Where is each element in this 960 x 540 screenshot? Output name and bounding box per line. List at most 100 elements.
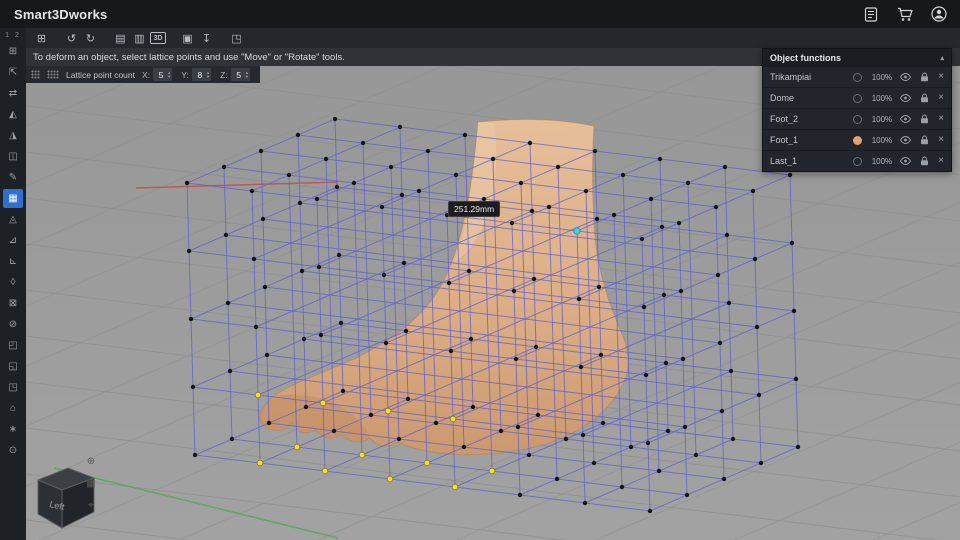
remove-object-icon[interactable]: ×	[938, 135, 944, 145]
lattice-point[interactable]	[324, 157, 328, 161]
lattice-point[interactable]	[714, 205, 718, 209]
lattice-point[interactable]	[612, 213, 616, 217]
visibility-eye-icon[interactable]	[900, 93, 911, 104]
corner-tool-1-icon[interactable]: ◰	[3, 336, 23, 355]
lattice-count-input[interactable]: 5▴▾	[153, 68, 172, 81]
lattice-point[interactable]	[644, 373, 648, 377]
lattice-point[interactable]	[579, 365, 583, 369]
lattice-point[interactable]	[510, 221, 514, 225]
lattice-point[interactable]	[584, 189, 588, 193]
lattice-point[interactable]	[649, 197, 653, 201]
lattice-point[interactable]	[230, 437, 234, 441]
lattice-point[interactable]	[528, 141, 532, 145]
lattice-point[interactable]	[224, 233, 228, 237]
lattice-point[interactable]	[341, 389, 345, 393]
import-icon[interactable]: ⊞	[33, 30, 50, 46]
lattice-point[interactable]	[257, 460, 263, 466]
mirror-tool-icon[interactable]: ◫	[3, 147, 23, 166]
lattice-point[interactable]	[759, 461, 763, 465]
brush-tool-icon[interactable]: ✎	[3, 168, 23, 187]
lattice-point[interactable]	[664, 361, 668, 365]
lattice-point[interactable]	[398, 125, 402, 129]
visibility-eye-icon[interactable]	[900, 72, 911, 83]
object-color-swatch[interactable]	[853, 73, 862, 82]
user-icon[interactable]	[930, 5, 948, 23]
visibility-eye-icon[interactable]	[900, 135, 911, 146]
lattice-point[interactable]	[755, 325, 759, 329]
lattice-point[interactable]	[751, 189, 755, 193]
lattice-point[interactable]	[753, 257, 757, 261]
lattice-point[interactable]	[595, 217, 599, 221]
lattice-point[interactable]	[547, 205, 551, 209]
lattice-point[interactable]	[193, 453, 197, 457]
rotate-tool-icon[interactable]: ◭	[3, 105, 23, 124]
lattice-point[interactable]	[384, 341, 388, 345]
object-name[interactable]: Foot_2	[770, 114, 834, 124]
lattice-point[interactable]	[447, 281, 451, 285]
object-row[interactable]: Trikampiai100%×	[763, 66, 951, 87]
pattern-tool-icon[interactable]: ∗	[3, 420, 23, 439]
axes-toggle-icon[interactable]: ⊕	[84, 454, 98, 468]
lattice-point[interactable]	[666, 429, 670, 433]
lattice-point[interactable]	[536, 413, 540, 417]
lattice-point[interactable]	[317, 265, 321, 269]
lattice-point[interactable]	[191, 385, 195, 389]
lattice-point[interactable]	[648, 509, 652, 513]
compare-icon[interactable]: ▥	[131, 30, 148, 46]
lattice-point[interactable]	[583, 501, 587, 505]
lattice-point[interactable]	[250, 189, 254, 193]
lattice-point[interactable]	[352, 181, 356, 185]
lattice-point[interactable]	[729, 369, 733, 373]
lattice-point[interactable]	[469, 337, 473, 341]
lattice-point[interactable]	[518, 493, 522, 497]
lattice-point[interactable]	[259, 149, 263, 153]
lattice-point[interactable]	[592, 461, 596, 465]
lattice-point[interactable]	[727, 301, 731, 305]
object-row[interactable]: Dome100%×	[763, 87, 951, 108]
lattice-point[interactable]	[222, 165, 226, 169]
lattice-point[interactable]	[467, 269, 471, 273]
lattice-point[interactable]	[725, 233, 729, 237]
lattice-point[interactable]	[794, 377, 798, 381]
object-color-swatch[interactable]	[853, 157, 862, 166]
lattice-point[interactable]	[527, 453, 531, 457]
lattice-point[interactable]	[686, 181, 690, 185]
lattice-point[interactable]	[788, 173, 792, 177]
lattice-point[interactable]	[642, 305, 646, 309]
remove-object-icon[interactable]: ×	[938, 114, 944, 124]
undo-icon[interactable]: ↺	[63, 30, 80, 46]
lattice-point[interactable]	[417, 189, 421, 193]
lattice-deform-tool-icon[interactable]: ▦	[3, 189, 23, 208]
lattice-point[interactable]	[261, 217, 265, 221]
lattice-point[interactable]	[255, 392, 261, 398]
lattice-point[interactable]	[530, 209, 534, 213]
snap-toggle-icon[interactable]: ⌖	[84, 498, 98, 512]
lattice-point[interactable]	[657, 469, 661, 473]
foot-model[interactable]	[260, 119, 628, 454]
sculpt-tool-icon[interactable]: ◬	[3, 210, 23, 229]
lattice-point[interactable]	[796, 445, 800, 449]
stepper-arrows-icon[interactable]: ▴▾	[246, 71, 248, 79]
lattice-point[interactable]	[683, 425, 687, 429]
select-tool-icon[interactable]: ⊞	[3, 42, 23, 61]
lattice-point[interactable]	[426, 149, 430, 153]
lattice-point[interactable]	[287, 173, 291, 177]
lattice-point[interactable]	[404, 329, 408, 333]
lattice-point[interactable]	[333, 117, 337, 121]
lattice-point[interactable]	[397, 437, 401, 441]
lattice-point[interactable]	[228, 369, 232, 373]
lattice-point[interactable]	[402, 261, 406, 265]
lattice-point[interactable]	[406, 397, 410, 401]
lattice-point[interactable]	[185, 181, 189, 185]
lattice-point[interactable]	[532, 277, 536, 281]
lattice-point[interactable]	[681, 357, 685, 361]
object-name[interactable]: Dome	[770, 93, 834, 103]
grid-toggle-icon[interactable]: ▦	[84, 476, 98, 490]
lattice-point[interactable]	[187, 249, 191, 253]
lattice-point[interactable]	[369, 413, 373, 417]
lattice-point[interactable]	[534, 345, 538, 349]
lattice-point[interactable]	[385, 408, 391, 414]
object-color-swatch[interactable]	[853, 115, 862, 124]
lattice-point[interactable]	[322, 468, 328, 474]
corner-tool-3-icon[interactable]: ◳	[3, 378, 23, 397]
